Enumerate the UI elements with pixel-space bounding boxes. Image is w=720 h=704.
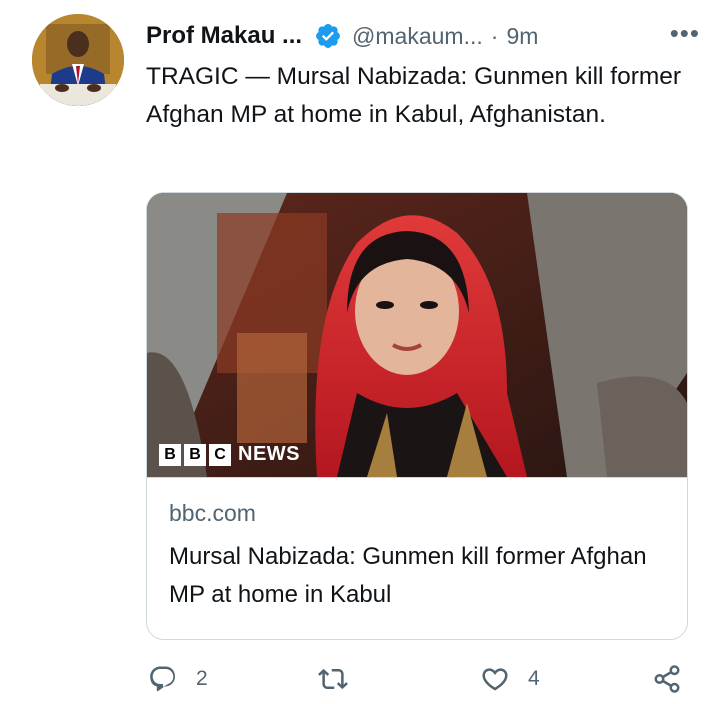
card-image: B B C NEWS	[147, 193, 687, 477]
author-handle[interactable]: @makaum...	[352, 23, 483, 50]
heart-icon	[482, 668, 508, 691]
tweet-timestamp[interactable]: 9m	[506, 23, 538, 50]
reply-icon	[150, 666, 176, 692]
share-icon	[654, 665, 680, 693]
tweet-text: TRAGIC — Mursal Nabizada: Gunmen kill fo…	[146, 63, 682, 128]
header-separator: ·	[490, 22, 499, 49]
more-options-icon[interactable]: •••	[670, 18, 700, 49]
news-photo	[147, 193, 687, 477]
like-button[interactable]: 4	[480, 664, 540, 694]
card-domain: bbc.com	[169, 500, 256, 526]
author-avatar[interactable]	[32, 14, 124, 106]
link-card[interactable]: B B C NEWS bbc.com Mursal Nabizada: Gunm…	[146, 192, 688, 640]
author-name[interactable]: Prof Makau ...	[146, 22, 302, 50]
like-count: 4	[528, 667, 540, 690]
tweet-actions: 2 4	[146, 664, 686, 704]
retweet-icon	[318, 668, 348, 690]
reply-button[interactable]: 2	[148, 664, 208, 694]
card-title: Mursal Nabizada: Gunmen kill former Afgh…	[169, 543, 647, 608]
retweet-button[interactable]	[318, 664, 366, 694]
bbc-news-logo: B B C NEWS	[159, 443, 300, 466]
card-body: bbc.com Mursal Nabizada: Gunmen kill for…	[147, 477, 687, 614]
reply-count: 2	[196, 667, 208, 690]
share-button[interactable]	[652, 664, 682, 694]
verified-badge-icon	[314, 22, 342, 50]
bbc-logo-letter: B	[184, 443, 206, 466]
avatar-photo	[32, 14, 124, 106]
tweet-header: Prof Makau ... @makaum... · 9m •••	[146, 16, 700, 56]
bbc-logo-letter: C	[209, 443, 231, 466]
bbc-logo-letter: B	[159, 443, 181, 466]
bbc-logo-word: NEWS	[238, 443, 300, 465]
